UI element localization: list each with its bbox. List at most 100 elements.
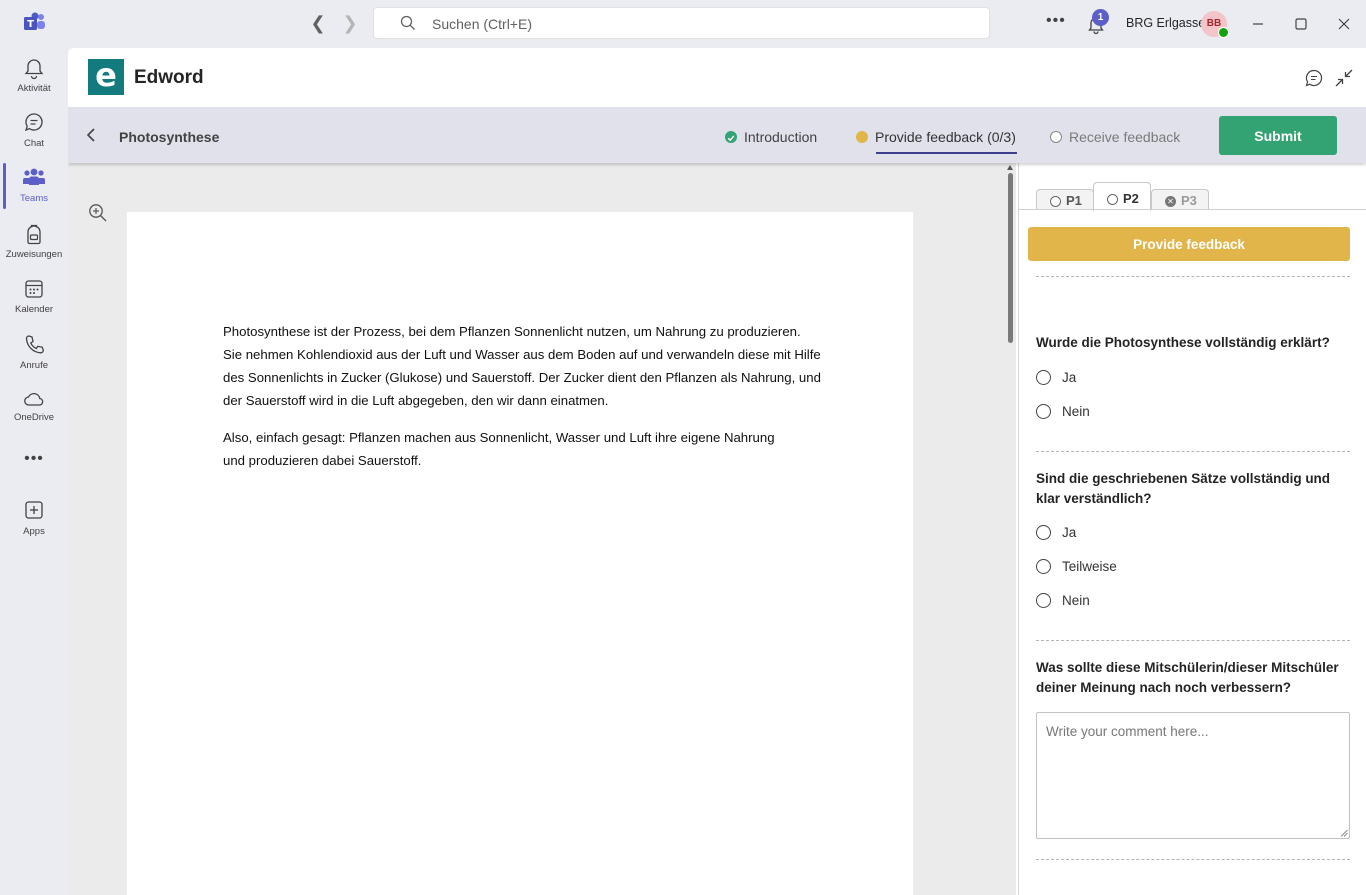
step-current-icon: [856, 131, 868, 143]
teams-icon: [23, 168, 45, 185]
document-title: Photosynthese: [119, 129, 220, 145]
rail-item-zuweisungen[interactable]: Zuweisungen: [0, 222, 68, 274]
tab-label: P1: [1066, 193, 1082, 208]
rail-label: Zuweisungen: [5, 249, 63, 260]
maximize-icon[interactable]: [1291, 14, 1311, 34]
collapse-icon[interactable]: [1334, 68, 1354, 88]
step-label: Receive feedback: [1069, 129, 1181, 145]
left-rail: Aktivität Chat Teams Zuweisungen Kalende…: [0, 48, 68, 895]
option-label: Ja: [1062, 525, 1077, 540]
backpack-icon: [27, 224, 41, 245]
option-q1-ja[interactable]: Ja: [1036, 368, 1236, 388]
radio-button[interactable]: [1036, 525, 1051, 540]
submit-button[interactable]: Submit: [1219, 116, 1337, 155]
option-label: Nein: [1062, 404, 1090, 419]
calendar-icon: [25, 280, 43, 298]
radio-circle-icon: [1050, 196, 1061, 207]
plus-box-icon: [25, 501, 43, 519]
conversation-icon[interactable]: [1304, 68, 1324, 88]
radio-button[interactable]: [1036, 370, 1051, 385]
app-header: e Edword: [68, 48, 1366, 107]
rail-item-onedrive[interactable]: OneDrive: [0, 389, 68, 441]
more-options-icon[interactable]: •••: [1046, 12, 1066, 30]
divider: [1036, 276, 1350, 277]
rail-item-chat[interactable]: Chat: [0, 111, 68, 163]
question-3: Was sollte diese Mitschülerin/dieser Mit…: [1036, 660, 1339, 695]
rail-item-anrufe[interactable]: Anrufe: [0, 333, 68, 385]
comment-input[interactable]: [1036, 712, 1350, 839]
scrollbar-thumb[interactable]: [1008, 173, 1013, 343]
app-title: Edword: [134, 67, 204, 88]
tab-divider: [1019, 209, 1366, 210]
back-arrow-icon[interactable]: ❮: [308, 13, 328, 33]
document-scrollbar[interactable]: [1004, 163, 1016, 895]
feedback-panel: P1 P2 ✕ P3 Provide feedback Wurde die Ph…: [1018, 163, 1366, 895]
option-q2-ja[interactable]: Ja: [1036, 523, 1236, 543]
radio-button[interactable]: [1036, 593, 1051, 608]
step-pending-icon: [1050, 131, 1062, 143]
search-icon: [400, 15, 415, 30]
document-paragraph: Photosynthese ist der Prozess, bei dem P…: [223, 324, 821, 408]
document-area[interactable]: Photosynthese ist der Prozess, bei dem P…: [68, 163, 1016, 895]
close-circle-icon: ✕: [1165, 196, 1176, 207]
cloud-icon: [24, 393, 44, 406]
question-2: Sind die geschriebenen Sätze vollständig…: [1036, 471, 1331, 506]
divider: [1036, 859, 1350, 860]
edword-logo: e: [88, 59, 124, 95]
forward-arrow-icon[interactable]: ❯: [340, 13, 360, 33]
option-q2-nein[interactable]: Nein: [1036, 591, 1236, 611]
tab-p1[interactable]: P1: [1036, 189, 1094, 210]
teams-logo-icon[interactable]: T: [24, 12, 46, 34]
edword-app: e Edword Photosynthese Introduction Prov…: [68, 48, 1366, 895]
rail-item-apps[interactable]: Apps: [0, 499, 68, 551]
radio-button[interactable]: [1036, 559, 1051, 574]
rail-label: OneDrive: [13, 412, 55, 423]
rail-label: Chat: [23, 138, 45, 149]
close-icon[interactable]: [1334, 14, 1354, 34]
tab-p2[interactable]: P2: [1093, 182, 1151, 211]
question-1: Wurde die Photosynthese vollständig erkl…: [1036, 335, 1330, 350]
phone-icon: [25, 335, 44, 354]
radio-button[interactable]: [1036, 404, 1051, 419]
back-chevron-icon[interactable]: [84, 126, 100, 144]
option-q2-teilweise[interactable]: Teilweise: [1036, 557, 1236, 577]
peer-tabs: P1 P2 ✕ P3: [1019, 163, 1366, 211]
document-page: Photosynthese ist der Prozess, bei dem P…: [127, 212, 913, 895]
option-q1-nein[interactable]: Nein: [1036, 402, 1236, 422]
rail-item-teams[interactable]: Teams: [0, 166, 68, 218]
rail-more-apps-icon[interactable]: •••: [0, 450, 68, 474]
rail-label: Apps: [23, 526, 45, 537]
step-bar: Photosynthese Introduction Provide feedb…: [68, 107, 1366, 163]
scroll-up-arrow-icon[interactable]: [1007, 165, 1013, 170]
document-paragraph: Also, einfach gesagt: Pflanzen machen au…: [223, 430, 775, 468]
divider: [1036, 451, 1350, 452]
provide-feedback-button[interactable]: Provide feedback: [1028, 227, 1350, 261]
rail-item-kalender[interactable]: Kalender: [0, 277, 68, 329]
svg-text:T: T: [27, 19, 34, 30]
zoom-in-icon[interactable]: [88, 203, 108, 223]
org-name[interactable]: BRG Erlgasse: [1126, 16, 1205, 30]
tab-label: P3: [1181, 193, 1197, 208]
step-label: Introduction: [744, 129, 818, 145]
chat-icon: [24, 113, 43, 132]
rail-label: Anrufe: [20, 360, 48, 371]
search-box[interactable]: Suchen (Ctrl+E): [373, 7, 990, 39]
tab-p3[interactable]: ✕ P3: [1151, 189, 1209, 210]
minimize-icon[interactable]: [1248, 14, 1268, 34]
option-label: Teilweise: [1062, 559, 1117, 574]
radio-circle-icon: [1107, 194, 1118, 205]
rail-label: Kalender: [14, 304, 54, 315]
step-done-icon: [725, 131, 737, 143]
divider: [1036, 640, 1350, 641]
notification-badge: 1: [1092, 9, 1109, 26]
presence-available-icon: [1218, 27, 1229, 38]
title-bar: T ❮ ❯ Suchen (Ctrl+E) ••• 1 BRG Erlgasse…: [0, 0, 1366, 48]
option-label: Nein: [1062, 593, 1090, 608]
tab-label: P2: [1123, 191, 1139, 206]
rail-item-aktivitaet[interactable]: Aktivität: [0, 56, 68, 108]
resize-grip-icon[interactable]: [1340, 829, 1348, 837]
bell-icon: [24, 59, 44, 80]
search-placeholder: Suchen (Ctrl+E): [432, 16, 532, 32]
step-label: Provide feedback (0/3): [875, 129, 1016, 145]
rail-label: Aktivität: [17, 83, 51, 94]
